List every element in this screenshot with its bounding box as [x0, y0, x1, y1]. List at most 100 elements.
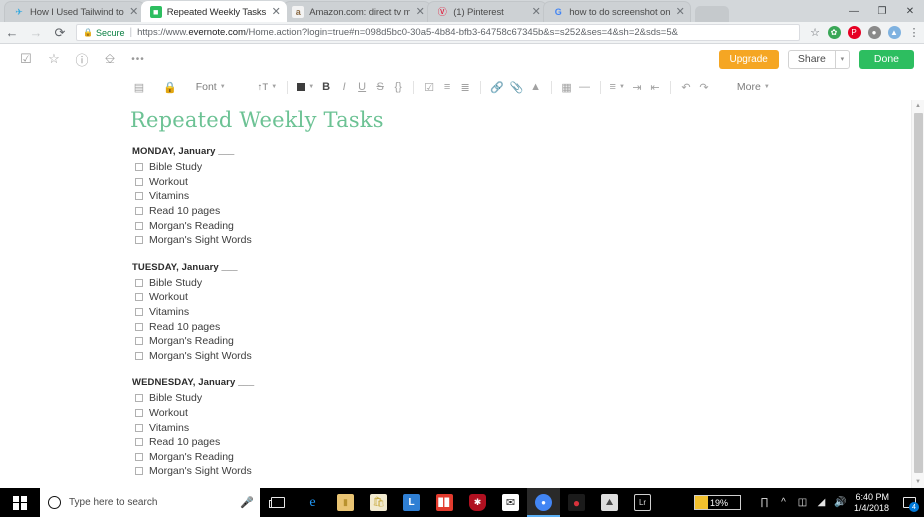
wifi-icon[interactable]: ◢: [812, 488, 831, 517]
reload-button[interactable]: ⟳: [48, 22, 72, 44]
note-title[interactable]: Repeated Weekly Tasks: [130, 108, 924, 132]
checklist-item[interactable]: Bible Study: [130, 391, 924, 406]
share-button[interactable]: Share: [787, 49, 835, 69]
checklist-item[interactable]: Morgan's Reading: [130, 334, 924, 349]
checkbox-unchecked-icon[interactable]: [135, 409, 143, 418]
checkbox-unchecked-icon[interactable]: [135, 423, 143, 432]
numbered-list-icon[interactable]: ≣: [456, 77, 474, 97]
tab-close-icon[interactable]: ✕: [674, 6, 686, 18]
action-center-button[interactable]: 4: [896, 488, 922, 517]
highlight-icon[interactable]: ▲: [527, 77, 545, 97]
share-dropdown-caret-icon[interactable]: ▾: [834, 49, 850, 69]
text-color-icon[interactable]: ▼: [294, 77, 317, 97]
chrome-menu-icon[interactable]: ⋮: [904, 26, 924, 39]
more-formatting-dropdown[interactable]: More ▼: [737, 81, 770, 93]
taskbar-photos[interactable]: ⛰: [593, 488, 626, 517]
checklist-item[interactable]: Morgan's Reading: [130, 450, 924, 465]
forward-button[interactable]: →: [24, 22, 48, 44]
align-icon[interactable]: ≡ ▼: [607, 77, 628, 97]
taskbar-blue-l-app[interactable]: L: [395, 488, 428, 517]
checkbox-unchecked-icon[interactable]: [135, 308, 143, 317]
redo-icon[interactable]: ↷: [695, 77, 713, 97]
bulleted-list-icon[interactable]: ≡: [438, 77, 456, 97]
checklist-item[interactable]: Vitamins: [130, 305, 924, 320]
font-size-dropdown[interactable]: ↑T ▼: [254, 82, 282, 93]
tab-close-icon[interactable]: ✕: [128, 6, 140, 18]
checklist-item[interactable]: Morgan's Sight Words: [130, 349, 924, 364]
taskbar-clock[interactable]: 6:40 PM 1/4/2018: [850, 492, 896, 514]
taskbar-chrome[interactable]: ●: [527, 488, 560, 517]
table-icon[interactable]: ▦: [558, 77, 576, 97]
browser-tab-amazon[interactable]: a Amazon.com: direct tv m ✕: [283, 1, 432, 22]
underline-icon[interactable]: U: [353, 77, 371, 97]
start-button[interactable]: [0, 488, 40, 517]
sidebar-toggle-icon[interactable]: ▤: [130, 77, 148, 97]
network-share-icon[interactable]: ∏: [755, 488, 774, 517]
checkbox-unchecked-icon[interactable]: [135, 322, 143, 331]
checklist-item[interactable]: Bible Study: [130, 160, 924, 175]
volume-icon[interactable]: 🔊: [831, 488, 850, 517]
checkbox-unchecked-icon[interactable]: [135, 278, 143, 287]
link-icon[interactable]: 🔗: [487, 77, 507, 97]
checkbox-icon[interactable]: ☑: [420, 77, 438, 97]
scrollbar-thumb[interactable]: [914, 113, 923, 473]
horizontal-rule-icon[interactable]: —: [576, 77, 594, 97]
bookmark-star-icon[interactable]: ☆: [806, 26, 824, 39]
note-content[interactable]: Repeated Weekly Tasks MONDAY, January __…: [0, 100, 924, 479]
taskbar-mail[interactable]: ✉: [494, 488, 527, 517]
taskbar-lr-app[interactable]: Lr: [626, 488, 659, 517]
microphone-icon[interactable]: 🎤: [240, 496, 254, 509]
checkbox-unchecked-icon[interactable]: [135, 452, 143, 461]
checkbox-unchecked-icon[interactable]: [135, 394, 143, 403]
blue-extension-icon[interactable]: ▲: [884, 22, 904, 44]
checklist-item[interactable]: Read 10 pages: [130, 435, 924, 450]
tab-close-icon[interactable]: ✕: [530, 6, 542, 18]
browser-tab-google-search[interactable]: G how to do screenshot on ✕: [543, 1, 692, 22]
taskbar-file-explorer[interactable]: ▮: [329, 488, 362, 517]
more-options-icon[interactable]: •••: [124, 45, 152, 73]
checklist-item[interactable]: Read 10 pages: [130, 319, 924, 334]
undo-icon[interactable]: ↶: [677, 77, 695, 97]
checkbox-unchecked-icon[interactable]: [135, 293, 143, 302]
attachment-icon[interactable]: 📎: [507, 77, 527, 97]
done-button[interactable]: Done: [858, 49, 914, 69]
checklist-item[interactable]: Workout: [130, 406, 924, 421]
checkbox-unchecked-icon[interactable]: [135, 163, 143, 172]
checklist-item[interactable]: Vitamins: [130, 189, 924, 204]
font-family-dropdown[interactable]: Font ▼: [192, 81, 230, 93]
upgrade-button[interactable]: Upgrade: [718, 49, 779, 69]
back-button[interactable]: ←: [0, 22, 24, 44]
info-icon[interactable]: ⓘ: [68, 45, 96, 73]
checklist-item[interactable]: Vitamins: [130, 420, 924, 435]
task-view-button[interactable]: [260, 488, 296, 517]
scroll-up-arrow-icon[interactable]: ▲: [912, 100, 924, 112]
checklist-item[interactable]: Bible Study: [130, 276, 924, 291]
browser-tab-evernote[interactable]: ■ Repeated Weekly Tasks ✕: [140, 1, 288, 22]
battery-status-widget[interactable]: 19%: [693, 495, 741, 510]
close-window-button[interactable]: ✕: [896, 0, 924, 22]
taskbar-security-shield[interactable]: ✱: [461, 488, 494, 517]
checklist-item[interactable]: Workout: [130, 175, 924, 190]
checkbox-unchecked-icon[interactable]: [135, 192, 143, 201]
indent-decrease-icon[interactable]: ⇤: [646, 77, 664, 97]
trash-icon[interactable]: ⎒: [96, 45, 124, 73]
checkbox-unchecked-icon[interactable]: [135, 236, 143, 245]
task-icon[interactable]: ☑: [12, 45, 40, 73]
checkbox-unchecked-icon[interactable]: [135, 467, 143, 476]
taskbar-microsoft-store[interactable]: 🛍: [362, 488, 395, 517]
browser-tab-tailwind[interactable]: ✈ How I Used Tailwind to ✕: [4, 1, 145, 22]
browser-tab-pinterest[interactable]: Ⓥ (1) Pinterest ✕: [427, 1, 548, 22]
checklist-item[interactable]: Workout: [130, 290, 924, 305]
vertical-scrollbar[interactable]: ▲ ▼: [911, 100, 924, 488]
indent-increase-icon[interactable]: ⇥: [628, 77, 646, 97]
taskbar-edge[interactable]: e: [296, 488, 329, 517]
checkbox-unchecked-icon[interactable]: [135, 177, 143, 186]
checkbox-unchecked-icon[interactable]: [135, 221, 143, 230]
taskbar-red-app[interactable]: ▊▊: [428, 488, 461, 517]
pinterest-extension-icon[interactable]: P: [844, 22, 864, 44]
taskbar-opera[interactable]: ●: [560, 488, 593, 517]
checklist-item[interactable]: Morgan's Sight Words: [130, 464, 924, 479]
checkbox-unchecked-icon[interactable]: [135, 438, 143, 447]
lock-icon[interactable]: 🔒: [160, 77, 180, 97]
code-icon[interactable]: {}: [389, 77, 407, 97]
